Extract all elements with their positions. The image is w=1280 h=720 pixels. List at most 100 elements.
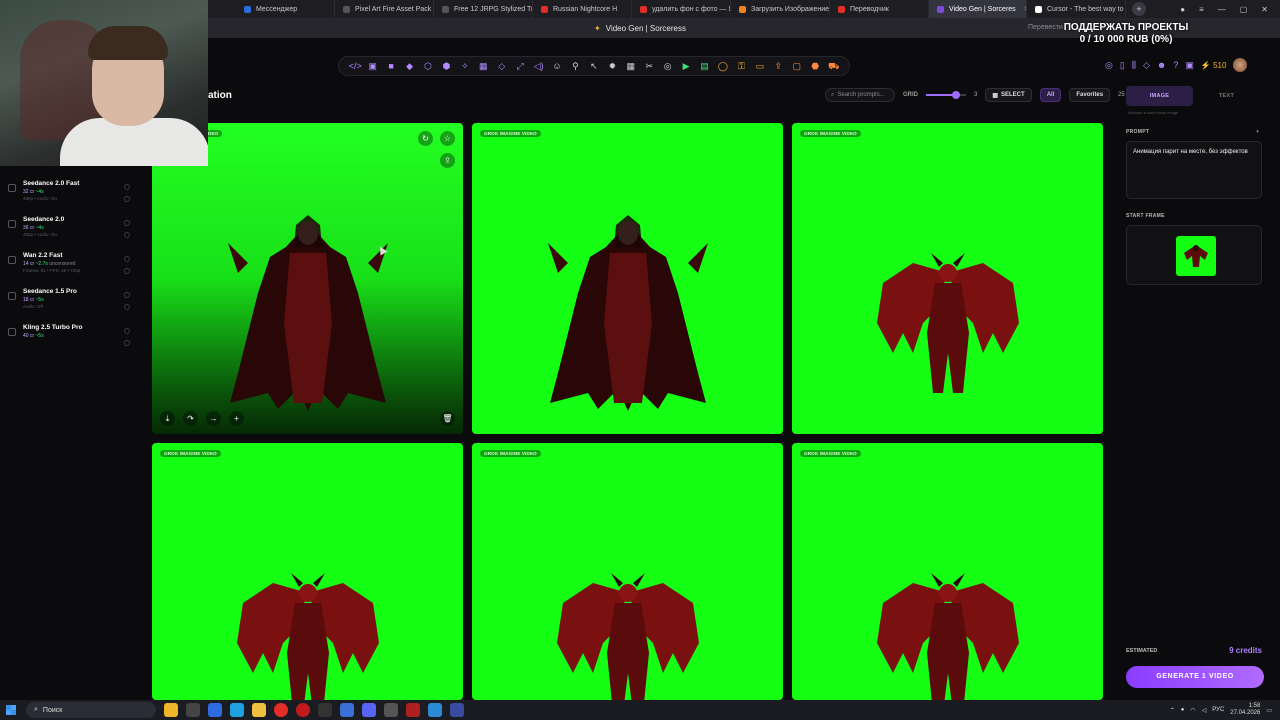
book-icon[interactable]: ▯ xyxy=(1120,60,1125,71)
browser-tab[interactable]: Russian Nightcore H xyxy=(533,0,632,18)
taskbar-app-yandex[interactable] xyxy=(274,703,288,717)
chat-icon[interactable]: ◯ xyxy=(717,61,728,71)
maximize-icon[interactable]: ▢ xyxy=(1240,5,1248,14)
settings-icon[interactable] xyxy=(124,328,130,334)
cart-icon[interactable]: ⛟ xyxy=(828,61,839,71)
model-checkbox[interactable] xyxy=(8,184,16,192)
gamepad-icon[interactable]: ◇ xyxy=(1143,60,1150,71)
cursor-icon[interactable]: ↖ xyxy=(588,61,599,71)
model-list-item[interactable]: Kling 2.5 Turbo Pro 40 cr ~5s xyxy=(0,320,140,356)
info-icon[interactable] xyxy=(124,232,130,238)
info-icon[interactable] xyxy=(124,304,130,310)
gift-icon[interactable]: ▣ xyxy=(1185,60,1194,71)
taskbar-app-photos[interactable] xyxy=(428,703,442,717)
taskbar-app-3[interactable] xyxy=(208,703,222,717)
slider-knob[interactable] xyxy=(952,91,960,99)
settings-icon[interactable] xyxy=(124,256,130,262)
info-icon[interactable] xyxy=(124,196,130,202)
cube-icon[interactable]: ⬣ xyxy=(810,61,821,71)
video-card[interactable]: GROK IMAGINE VIDEO xyxy=(152,443,463,700)
arrow-right-icon[interactable]: → xyxy=(206,411,221,426)
tab-image[interactable]: IMAGE xyxy=(1126,86,1193,106)
extend-icon[interactable]: ↷ xyxy=(183,411,198,426)
wand-icon[interactable]: ✧ xyxy=(459,61,470,71)
plus-icon[interactable]: + xyxy=(229,411,244,426)
menu-icon[interactable]: ≡ xyxy=(1199,5,1204,14)
taskbar-app-explorer[interactable] xyxy=(252,703,266,717)
model-list-item[interactable]: Seedance 2.0 Fast 32 cr ~4s 480p • Audio:… xyxy=(0,176,140,212)
globe-icon[interactable]: ◎ xyxy=(1105,60,1113,71)
start-button[interactable] xyxy=(0,700,22,720)
export-icon[interactable]: ⇪ xyxy=(773,61,784,71)
robot-icon[interactable]: ☺ xyxy=(552,61,563,71)
video-card[interactable]: DEO ↻ ☆ ⇪ ⤓ ↷ → + 🗑 xyxy=(152,123,463,434)
web-icon[interactable]: ◎ xyxy=(662,61,673,71)
enhance-icon[interactable]: ✦ xyxy=(1256,129,1261,135)
folder-icon[interactable]: ▭ xyxy=(754,61,765,71)
expand-icon[interactable]: ⤢ xyxy=(515,61,526,71)
video-card[interactable]: GROK IMAGINE VIDEO xyxy=(472,443,783,700)
browser-tab[interactable]: Free 12 JRPG Stylized Tra xyxy=(434,0,533,18)
settings-icon[interactable] xyxy=(124,220,130,226)
download-icon[interactable]: ⤓ xyxy=(160,411,175,426)
layers-icon[interactable]: ⬢ xyxy=(441,61,452,71)
audio-icon[interactable]: ◁) xyxy=(533,61,544,71)
taskbar-search[interactable]: ⌕ Поиск xyxy=(26,702,156,718)
figure-icon[interactable]: ⚲ xyxy=(570,61,581,71)
filter-favorites-button[interactable]: Favorites xyxy=(1069,88,1111,102)
model-list-item[interactable]: Wan 2.2 Fast 14 cr ~2.7s uncensored Frames… xyxy=(0,248,140,284)
close-window-icon[interactable]: ✕ xyxy=(1261,5,1268,14)
user-avatar[interactable] xyxy=(1233,58,1248,72)
start-frame-thumbnail[interactable] xyxy=(1176,236,1216,276)
tab-text[interactable]: TEXT xyxy=(1193,86,1260,106)
video-card[interactable]: GROK IMAGINE VIDEO xyxy=(792,443,1103,700)
sheet-icon[interactable]: ▤ xyxy=(699,61,710,71)
video-icon[interactable]: ■ xyxy=(386,61,397,71)
taskbar-app-discord[interactable] xyxy=(362,703,376,717)
chevron-up-icon[interactable]: ⌃ xyxy=(1170,707,1175,714)
tiles-icon[interactable]: ▦ xyxy=(625,61,636,71)
search-prompts-input[interactable]: ⌕ Search prompts... xyxy=(825,88,895,102)
model-checkbox[interactable] xyxy=(8,256,16,264)
browser-tab[interactable]: Pixel Art Fire Asset Pack xyxy=(335,0,434,18)
browser-tab[interactable]: Video Gen | Sorceres✕ xyxy=(929,0,1027,18)
taskbar-app-opera[interactable] xyxy=(296,703,310,717)
browser-tab[interactable]: удалить фон с фото — Ян xyxy=(632,0,731,18)
trash-icon[interactable]: 🗑 xyxy=(440,411,455,426)
scissors-icon[interactable]: ✂ xyxy=(644,61,655,71)
taskbar-app-2[interactable] xyxy=(186,703,200,717)
browser-tab[interactable]: Мессенджер xyxy=(236,0,335,18)
browser-tab[interactable]: Cursor - The best way to c xyxy=(1027,0,1126,18)
video-card[interactable]: GROK IMAGINE VIDEO xyxy=(472,123,783,434)
browser-tab[interactable]: Переводчик xyxy=(830,0,929,18)
grid-size-slider[interactable] xyxy=(926,91,966,99)
settings-icon[interactable] xyxy=(124,184,130,190)
select-button[interactable]: ▦ SELECT xyxy=(985,88,1032,102)
taskbar-app-edge[interactable] xyxy=(230,703,244,717)
volume-icon[interactable]: ◁ xyxy=(1202,707,1207,714)
wifi-icon[interactable]: ◠ xyxy=(1190,707,1195,714)
taskbar-app-cursor[interactable] xyxy=(384,703,398,717)
notifications-icon[interactable]: ▭ xyxy=(1266,707,1272,714)
taskbar-app-h[interactable] xyxy=(318,703,332,717)
box-icon[interactable]: ▢ xyxy=(791,61,802,71)
settings-icon[interactable] xyxy=(124,292,130,298)
key-icon[interactable]: ⚿ xyxy=(736,61,747,71)
taskbar-app-vs[interactable] xyxy=(450,703,464,717)
generate-video-button[interactable]: GENERATE 1 VIDEO xyxy=(1126,666,1264,688)
credits-display[interactable]: ⚡ 510 xyxy=(1201,61,1227,70)
grid-icon[interactable]: ▦ xyxy=(478,61,489,71)
play-icon[interactable]: ▶ xyxy=(681,61,692,71)
info-icon[interactable] xyxy=(124,340,130,346)
profile-icon[interactable]: ● xyxy=(1180,5,1185,14)
model-list-item[interactable]: Seedance 1.5 Pro 18 cr ~5s Audio: Off xyxy=(0,284,140,320)
mic-icon[interactable]: ● xyxy=(1181,707,1185,713)
info-icon[interactable] xyxy=(124,268,130,274)
eraser-icon[interactable]: ◇ xyxy=(496,61,507,71)
refresh-icon[interactable]: ↻ xyxy=(418,131,433,146)
prompt-textarea[interactable]: Анимация парит на месте, без эффектов xyxy=(1126,141,1262,199)
taskbar-app-obs[interactable] xyxy=(406,703,420,717)
library-icon[interactable]: ⫼ xyxy=(1132,60,1136,71)
video-card[interactable]: GROK IMAGINE VIDEO xyxy=(792,123,1103,434)
star-icon[interactable]: ☆ xyxy=(440,131,455,146)
